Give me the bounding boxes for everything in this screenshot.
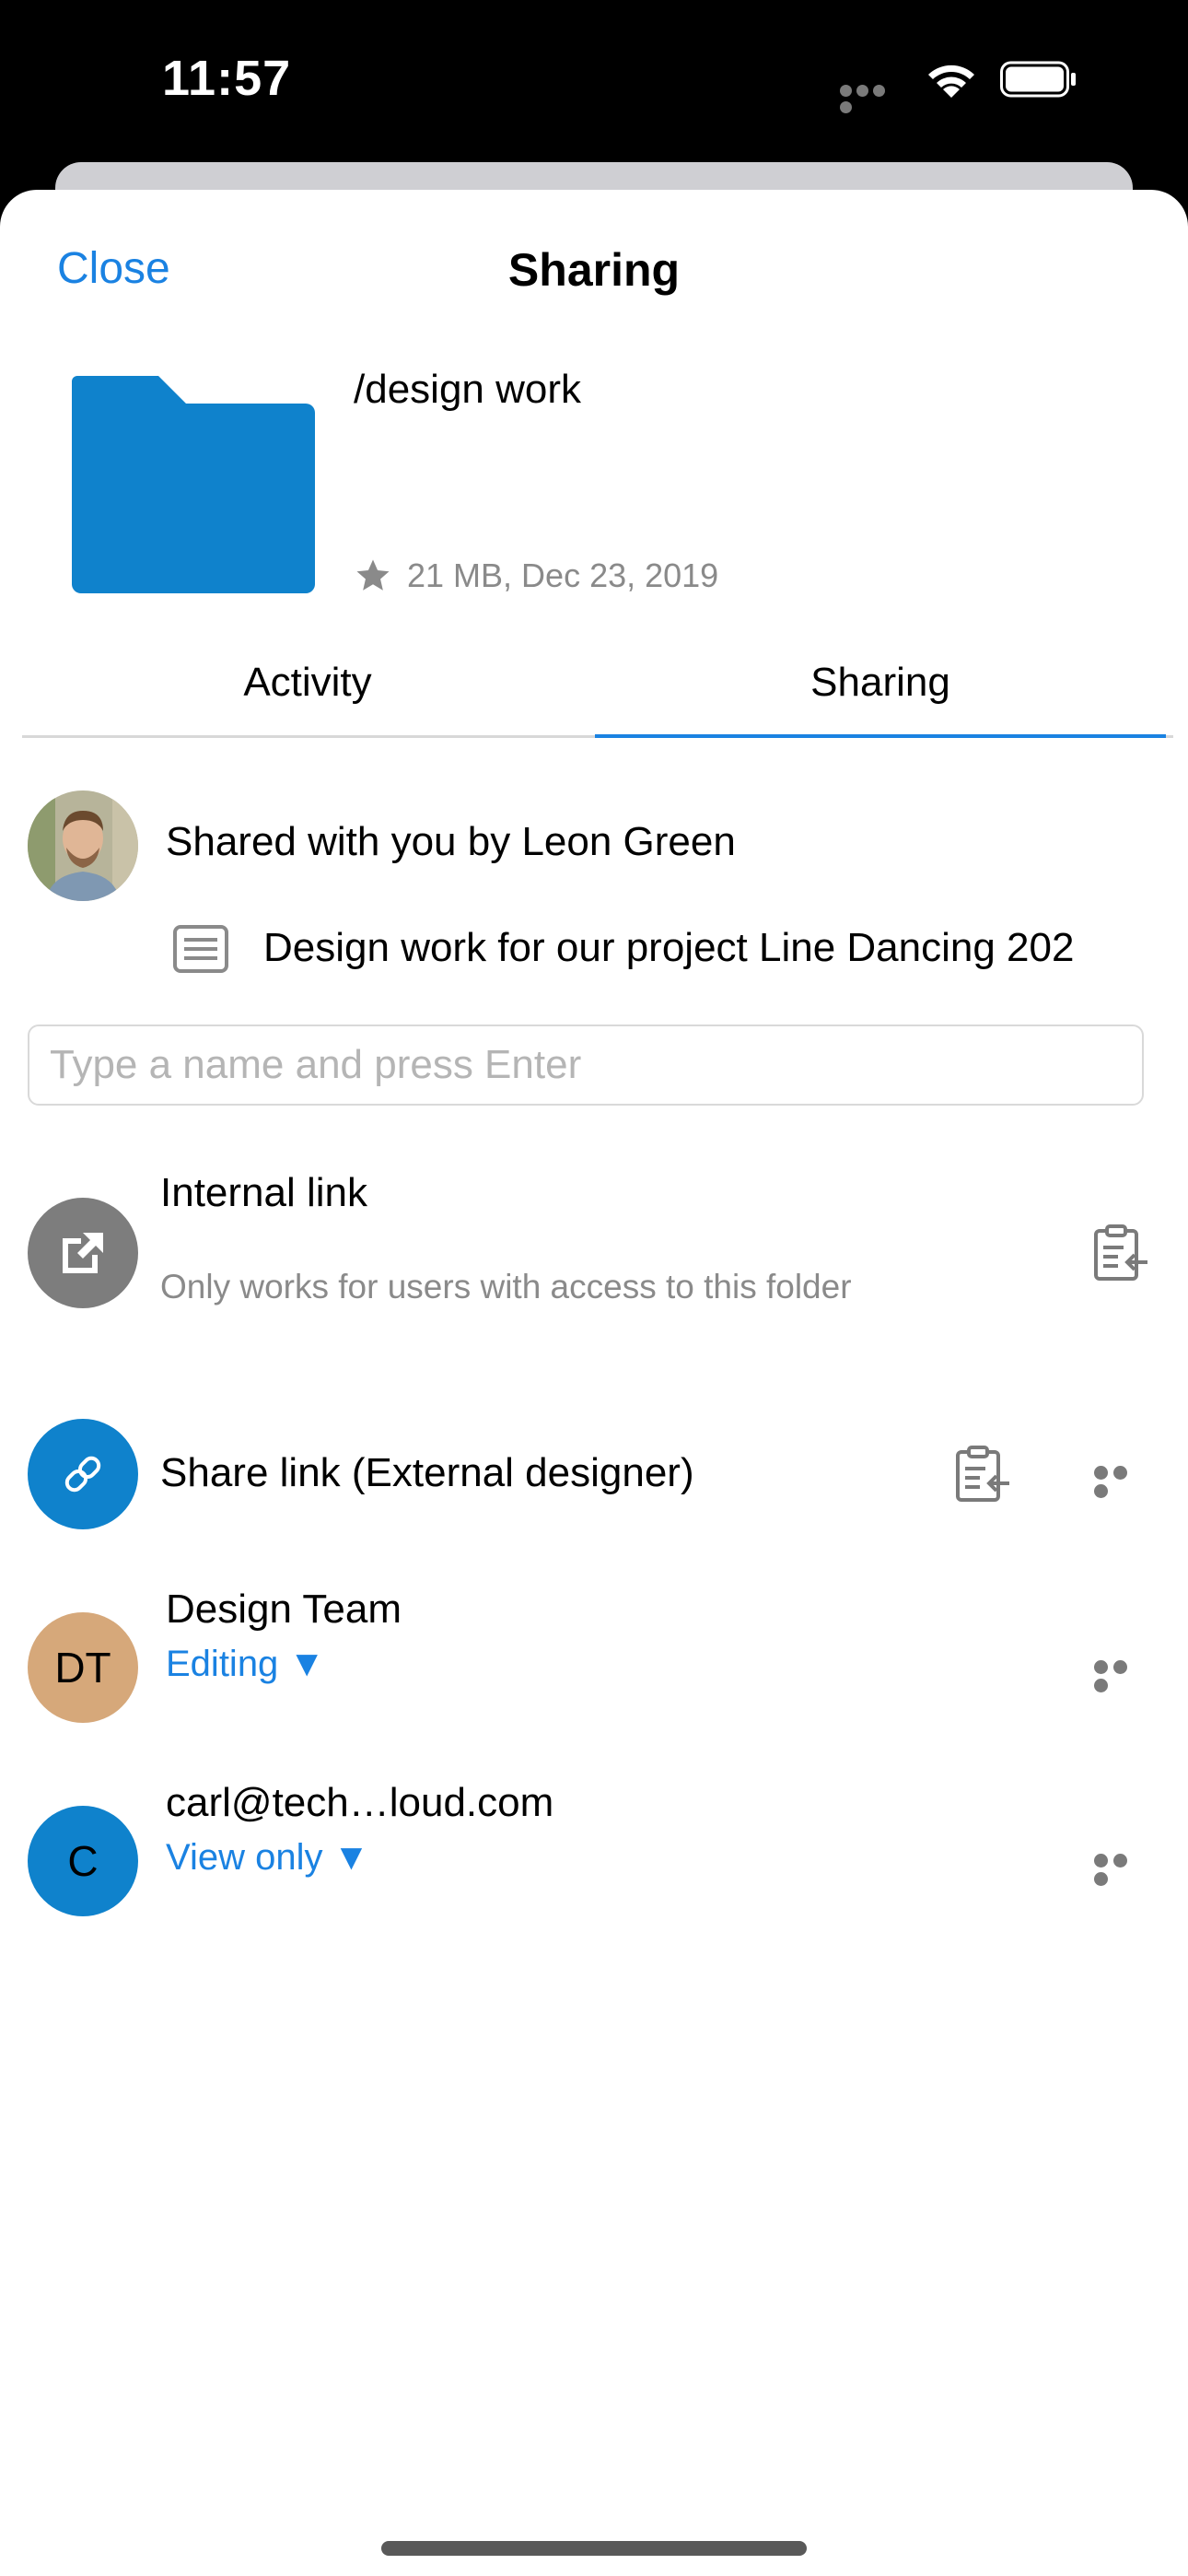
cellular-signal-icon (840, 85, 904, 113)
more-options-icon[interactable] (1094, 1660, 1149, 1692)
avatar (28, 790, 138, 901)
internal-link-title: Internal link (160, 1170, 368, 1215)
page-title: Sharing (507, 244, 681, 296)
tab-activity[interactable]: Activity (22, 632, 593, 735)
share-link-avatar (28, 1419, 138, 1529)
home-indicator (381, 2541, 807, 2556)
file-size-date: 21 MB, Dec 23, 2019 (407, 556, 719, 594)
permission-dropdown[interactable]: Editing ▼ (166, 1644, 325, 1685)
status-time: 11:57 (162, 51, 292, 106)
share-name: Design Team (166, 1587, 402, 1632)
internal-link-avatar (28, 1198, 138, 1308)
external-link-icon (63, 1233, 103, 1273)
copy-link-icon[interactable] (952, 1445, 1011, 1504)
star-icon[interactable] (354, 556, 392, 595)
link-icon (64, 1456, 101, 1493)
sharing-sheet: Close Sharing /design work 21 MB, Dec 23… (0, 190, 1188, 2576)
share-note: Design work for our project Line Dancing… (263, 925, 1075, 970)
copy-to-clipboard-icon[interactable] (1090, 1224, 1149, 1282)
tab-sharing[interactable]: Sharing (595, 632, 1166, 738)
more-options-icon[interactable] (1094, 1854, 1149, 1886)
user-photo (28, 790, 138, 901)
share-link-label[interactable]: Share link (External designer) (160, 1450, 694, 1496)
wifi-icon (928, 64, 974, 98)
status-bar: 11:57 (0, 0, 1188, 175)
battery-icon (1000, 61, 1076, 98)
file-name: /design work (354, 367, 582, 412)
tab-bar: Activity Sharing (22, 632, 1173, 738)
share-name: carl@tech…loud.com (166, 1780, 554, 1825)
more-options-icon[interactable] (1094, 1466, 1149, 1498)
permission-dropdown[interactable]: View only ▼ (166, 1837, 369, 1879)
shared-by-text: Shared with you by Leon Green (166, 819, 736, 864)
folder-icon (72, 376, 315, 593)
share-with-input[interactable] (28, 1025, 1144, 1106)
note-icon (173, 925, 228, 973)
file-meta: 21 MB, Dec 23, 2019 (354, 556, 718, 595)
avatar: DT (28, 1612, 138, 1723)
avatar: C (28, 1806, 138, 1916)
internal-link-subtitle: Only works for users with access to this… (160, 1268, 852, 1306)
